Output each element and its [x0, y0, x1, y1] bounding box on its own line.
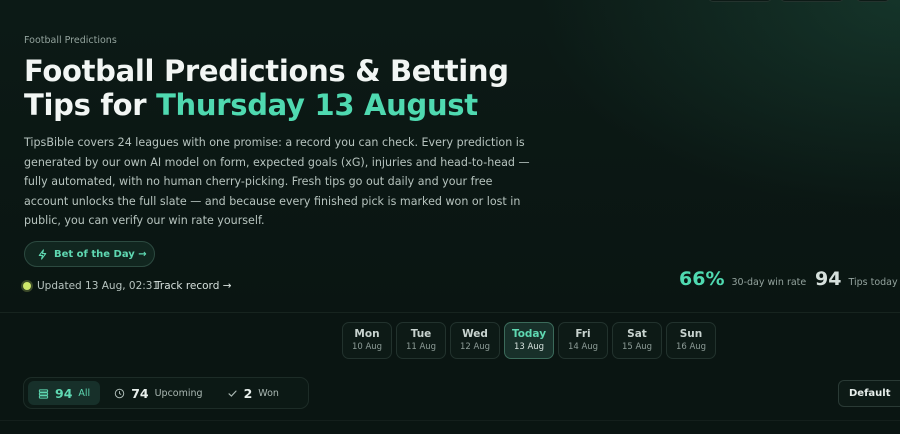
- lightning-icon: [38, 248, 47, 260]
- day-date: 10 Aug: [351, 342, 383, 352]
- track-record-link[interactable]: Track record →: [155, 280, 232, 292]
- day-tab-sun[interactable]: Sun 16 Aug: [666, 322, 716, 359]
- intro-text: TipsBible covers 24 leagues with one pro…: [24, 136, 530, 228]
- top-nav-button[interactable]: [780, 0, 844, 2]
- day-name: Fri: [575, 328, 591, 340]
- filter-won-button[interactable]: 2 Won: [217, 381, 289, 405]
- day-name: Today: [511, 328, 547, 340]
- updated-text: Updated 13 Aug, 02:31: [37, 280, 160, 292]
- clock-icon: [114, 388, 125, 398]
- day-selector: Mon 10 Aug Tue 11 Aug Wed 12 Aug Today 13 Au…: [342, 322, 716, 359]
- day-date: 13 Aug: [513, 342, 545, 352]
- day-tab-fri[interactable]: Fri 14 Aug: [558, 322, 608, 359]
- win-rate-label: 30-day win rate: [731, 277, 807, 288]
- filter-all-count: 94: [55, 385, 73, 401]
- day-date: 16 Aug: [675, 342, 707, 352]
- win-rate-value: 66%: [679, 268, 725, 290]
- filter-won-label: Won: [258, 387, 279, 399]
- filter-upcoming-count: 74: [131, 385, 149, 401]
- top-nav-button[interactable]: [708, 0, 772, 2]
- filter-upcoming-button[interactable]: 74 Upcoming: [104, 381, 212, 405]
- day-name: Mon: [354, 328, 380, 340]
- day-date: 15 Aug: [621, 342, 653, 352]
- updated-status: Updated 13 Aug, 02:31: [23, 280, 159, 292]
- day-tab-today[interactable]: Today 13 Aug: [504, 322, 554, 359]
- page-title-line1: Football Predictions & Betting: [24, 54, 509, 88]
- list-icon: [38, 388, 49, 399]
- day-date: 12 Aug: [459, 342, 491, 352]
- day-date: 14 Aug: [567, 342, 599, 352]
- list-top-border: [0, 420, 900, 421]
- day-name: Tue: [410, 328, 432, 340]
- filter-all-button[interactable]: 94 All: [28, 381, 101, 405]
- day-name: Sun: [679, 328, 703, 340]
- page-title-prefix: Tips for: [24, 88, 157, 122]
- page-title: Football Predictions & Betting Tips for …: [24, 54, 544, 122]
- day-tab-wed[interactable]: Wed 12 Aug: [450, 322, 500, 359]
- top-nav-button[interactable]: [856, 0, 890, 2]
- live-dot-icon: [23, 282, 31, 290]
- day-name: Wed: [462, 328, 488, 340]
- filter-won-count: 2: [243, 385, 253, 401]
- sort-select[interactable]: Default: [838, 380, 900, 407]
- check-icon: [227, 390, 237, 397]
- filter-upcoming-label: Upcoming: [154, 387, 203, 399]
- page-title-date: Thursday 13 August: [156, 88, 478, 122]
- breadcrumb: Football Predictions: [24, 35, 117, 46]
- day-tab-sat[interactable]: Sat 15 Aug: [612, 322, 662, 359]
- filter-all-label: All: [78, 387, 91, 399]
- day-tab-mon[interactable]: Mon 10 Aug: [342, 322, 392, 359]
- section-divider: [0, 312, 900, 313]
- tips-today-stat: 94 Tips today: [815, 268, 898, 290]
- day-date: 11 Aug: [405, 342, 437, 352]
- win-rate-stat: 66% 30-day win rate: [679, 268, 806, 290]
- day-tab-tue[interactable]: Tue 11 Aug: [396, 322, 446, 359]
- bet-of-the-day-button[interactable]: Bet of the Day →: [24, 241, 155, 267]
- day-name: Sat: [627, 328, 647, 340]
- bet-of-the-day-label: Bet of the Day →: [54, 248, 147, 260]
- tips-today-label: Tips today: [848, 277, 898, 288]
- tips-today-value: 94: [815, 268, 842, 290]
- status-filter-bar: 94 All 74 Upcoming 2 Won: [23, 377, 309, 409]
